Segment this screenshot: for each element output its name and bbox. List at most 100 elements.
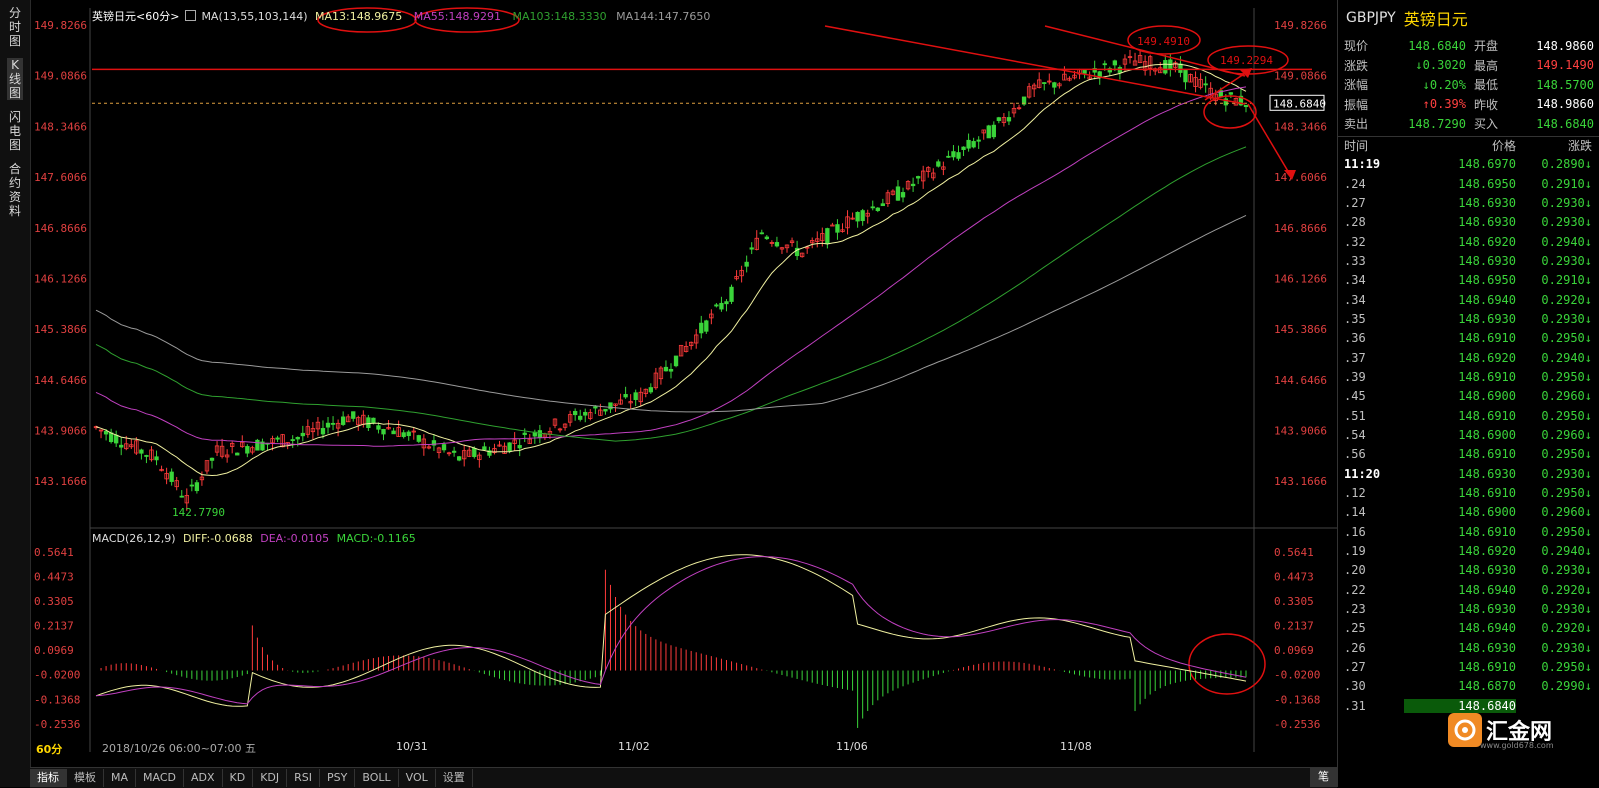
tab-vol[interactable]: VOL [399, 769, 436, 787]
candle-body [330, 422, 336, 425]
candle-body [290, 439, 295, 441]
tab-ma[interactable]: MA [104, 769, 137, 787]
main-legend: 英镑日元<60分> MA(13,55,103,144) MA13:148.967… [92, 8, 710, 24]
tick-time: .27 [1344, 660, 1366, 675]
period-label[interactable]: 60分 [36, 741, 62, 757]
macd-axis-label-right: 0.2137 [1274, 620, 1314, 633]
tab-kd[interactable]: KD [223, 769, 254, 787]
quote-label: 买入 [1474, 117, 1499, 132]
tick-price: 148.6930 [1458, 215, 1516, 230]
tick-row: 11:19 148.6970 0.2890↓ [1338, 155, 1599, 174]
tick-time: .35 [1344, 311, 1366, 326]
candle-body [835, 224, 840, 233]
tab-kdj[interactable]: KDJ [253, 769, 288, 787]
candle-body [593, 406, 598, 409]
tab-adx[interactable]: ADX [184, 769, 223, 787]
tick-price: 148.6930 [1458, 602, 1516, 617]
tab-kline[interactable]: K线图 [7, 58, 23, 100]
tick-row: .51 148.6910 0.2950↓ [1338, 406, 1599, 425]
tick-header-change: 涨跌 [1567, 139, 1592, 153]
tick-time: .54 [1344, 427, 1366, 442]
candle-body [744, 261, 749, 267]
candle-body [1082, 69, 1087, 74]
tick-change: 0.2960↓ [1541, 427, 1592, 442]
tab-contract-info[interactable]: 合约资料 [7, 162, 23, 218]
tick-change: 0.2940↓ [1541, 350, 1592, 365]
tick-row: .20 148.6930 0.2930↓ [1338, 561, 1599, 580]
tick-time: .37 [1344, 350, 1366, 365]
symbol-name: 英镑日元 [1403, 10, 1468, 29]
right-panel-tab[interactable]: 笔 [1310, 767, 1337, 787]
tick-change: 0.2920↓ [1541, 292, 1592, 307]
quote-label: 最低 [1474, 78, 1499, 93]
candle-body [956, 152, 961, 159]
candle-body [300, 432, 305, 437]
candle-body [774, 242, 780, 247]
instrument-name: 英镑日元<60分> [92, 10, 180, 23]
tab-settings[interactable]: 设置 [436, 769, 473, 787]
candle-body [663, 366, 669, 372]
kline-chart-area[interactable]: 149.8266 149.8266 149.0866 149.0866 148.3466… [30, 0, 1337, 765]
candle-body [961, 146, 966, 150]
tab-boll[interactable]: BOLL [355, 769, 399, 787]
macd-axis-label-right: 0.3305 [1274, 595, 1314, 608]
tick-time: .34 [1344, 273, 1366, 288]
tick-change: 0.2960↓ [1541, 505, 1592, 520]
candle-body [371, 417, 376, 424]
price-axis-label-right: 146.1266 [1274, 272, 1327, 285]
tick-row: 11:20 148.6930 0.2930↓ [1338, 464, 1599, 483]
quote-label: 涨跌 [1344, 58, 1369, 73]
tab-template[interactable]: 模板 [67, 769, 104, 787]
quote-value: 148.7290 [1408, 116, 1466, 131]
tab-timeshare[interactable]: 分时图 [7, 6, 23, 48]
candle-body [144, 455, 149, 457]
ma-indicator-icon [184, 10, 196, 21]
tick-change: 0.2950↓ [1541, 408, 1592, 423]
tick-price: 148.6910 [1458, 524, 1516, 539]
quote-value: 148.6840 [1536, 116, 1594, 131]
high-price-label: 149.4910 [1137, 35, 1190, 48]
candle-body [456, 456, 462, 461]
price-axis-label-left: 143.9066 [34, 425, 87, 438]
tab-indicator[interactable]: 指标 [30, 769, 67, 787]
tick-change: 0.2960↓ [1541, 389, 1592, 404]
tick-time: 11:20 [1344, 466, 1381, 481]
candle-body [406, 431, 411, 437]
tick-time: .51 [1344, 408, 1366, 423]
candle-body [668, 368, 674, 372]
macd-axis-label-right: 0.4473 [1274, 570, 1314, 583]
tick-change: 0.2990↓ [1541, 679, 1592, 694]
tick-change: 0.2950↓ [1541, 486, 1592, 501]
tick-time: .12 [1344, 486, 1366, 501]
tick-list[interactable]: 11:19 148.6970 0.2890↓ .24 148.6950 0.2910↓ .2… [1338, 155, 1599, 716]
cursor-time: 2018/10/26 06:00~07:00 五 [102, 742, 257, 755]
tick-price: 148.6950 [1458, 273, 1516, 288]
tab-psy[interactable]: PSY [320, 769, 356, 787]
left-view-tabs: 分时图 K线图 闪电图 合约资料 [0, 0, 31, 787]
tick-time: .25 [1344, 621, 1366, 636]
candle-body [441, 444, 447, 451]
quote-label: 振幅 [1344, 97, 1369, 112]
macd-axis-label-left: 0.0969 [34, 644, 74, 657]
tick-change: 0.2950↓ [1541, 369, 1592, 384]
tick-change: 0.2930↓ [1541, 640, 1592, 655]
tick-price: 148.6940 [1458, 621, 1516, 636]
quote-label: 现价 [1344, 39, 1369, 54]
tab-rsi[interactable]: RSI [287, 769, 321, 787]
candle-body [936, 161, 941, 167]
candle-body [900, 192, 906, 198]
macd-axis-label-left: 0.5641 [34, 546, 74, 559]
tab-macd[interactable]: MACD [136, 769, 184, 787]
tick-price: 148.6900 [1458, 505, 1516, 520]
tab-flash[interactable]: 闪电图 [7, 110, 23, 152]
ma13-value: MA13:148.9675 [315, 10, 403, 23]
tick-price: 148.6950 [1458, 176, 1516, 191]
candle-body [915, 176, 921, 179]
tick-row: .22 148.6940 0.2920↓ [1338, 580, 1599, 599]
tick-time: .22 [1344, 582, 1366, 597]
candle-body [1042, 82, 1047, 84]
price-axis-label-right: 149.8266 [1274, 19, 1327, 32]
diff-value: DIFF:-0.0688 [183, 532, 253, 545]
tick-time: .45 [1344, 389, 1366, 404]
tick-price: 148.6910 [1458, 447, 1516, 462]
